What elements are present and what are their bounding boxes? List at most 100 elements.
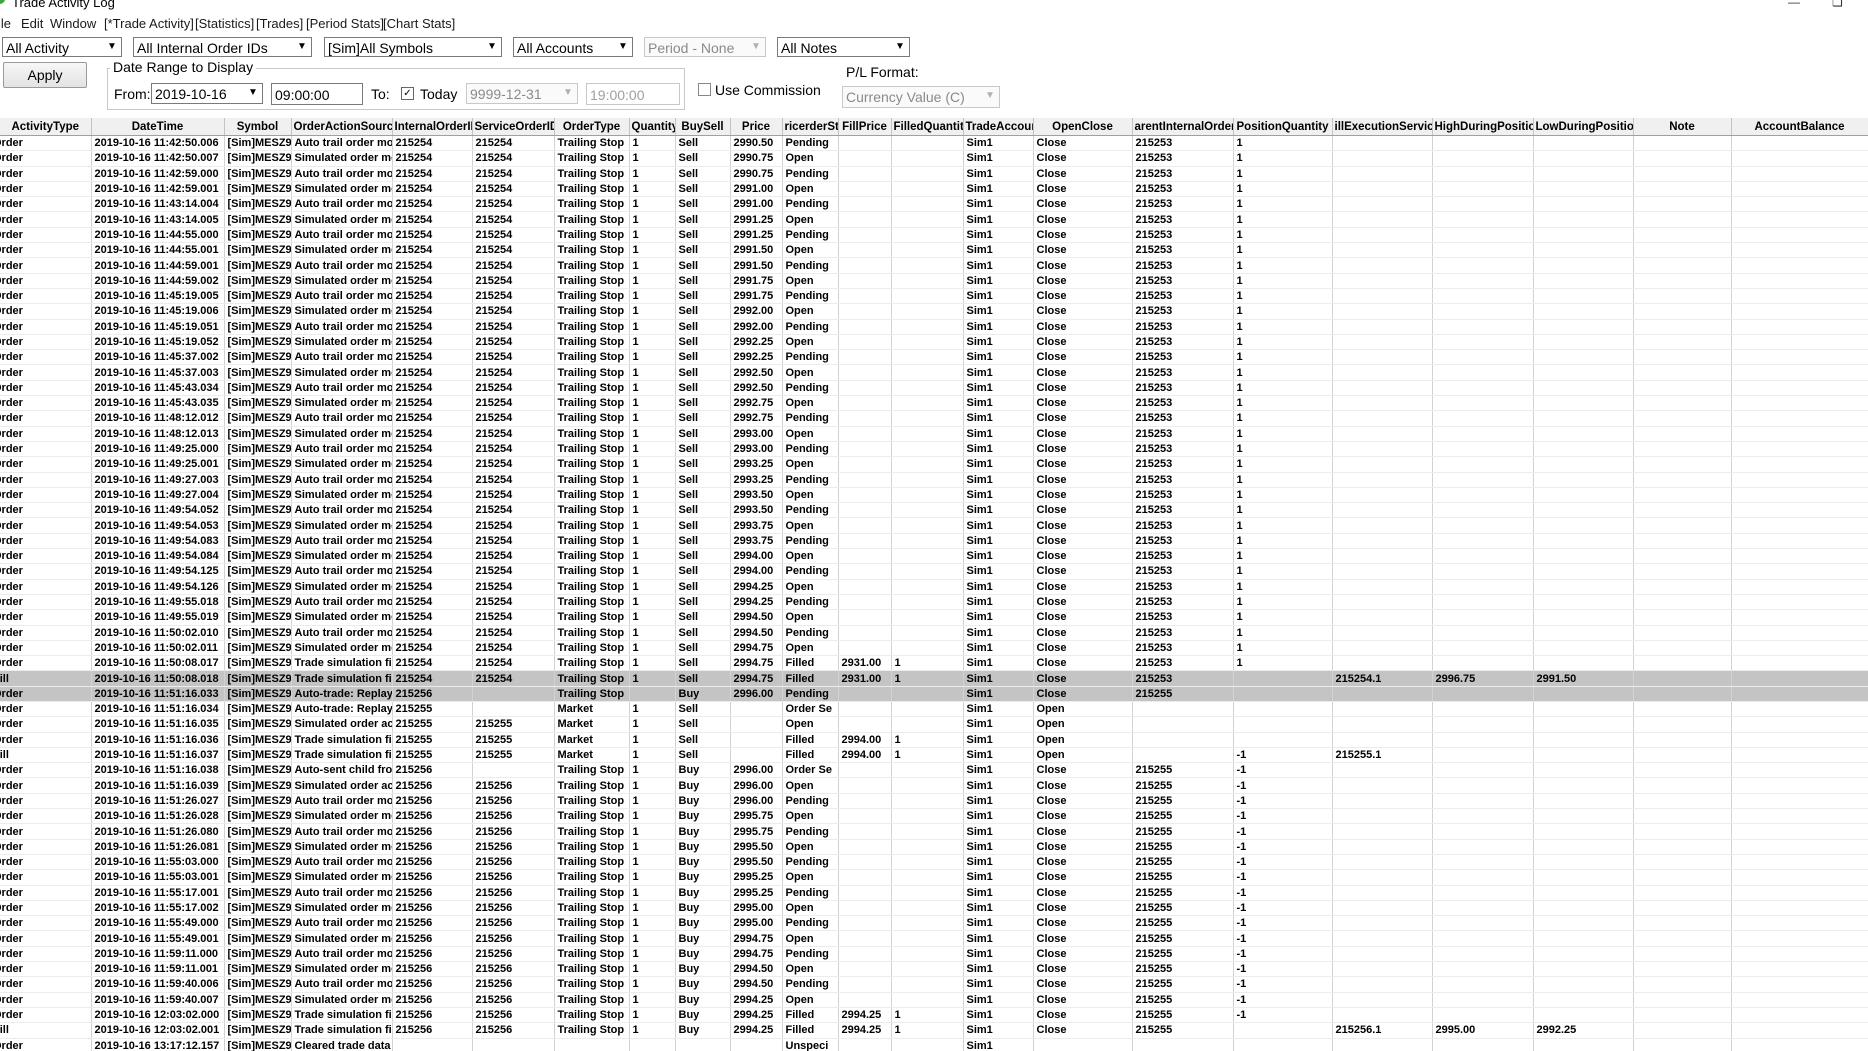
table-row[interactable]: Order2019-10-16 11:45:19.051[Sim]MESZ9Au… [0, 319, 1868, 335]
menu-trade-activity[interactable]: [*Trade Activity] [104, 16, 194, 31]
table-row[interactable]: Order2019-10-16 11:45:19.005[Sim]MESZ9Au… [0, 288, 1868, 305]
table-row[interactable]: Order2019-10-16 11:44:59.002[Sim]MESZ9Si… [0, 273, 1868, 289]
symbol-filter-select[interactable]: [Sim]All Symbols ▼ [324, 37, 502, 57]
column-header[interactable]: PositionQuantity [1233, 118, 1333, 136]
table-row[interactable]: Order2019-10-16 11:51:26.081[Sim]MESZ9Si… [0, 839, 1868, 855]
column-header[interactable]: OrderType [554, 118, 630, 136]
table-row[interactable]: Order2019-10-16 11:49:55.019[Sim]MESZ9Si… [0, 609, 1868, 626]
table-row[interactable]: Order2019-10-16 11:43:14.004[Sim]MESZ9Au… [0, 196, 1868, 213]
table-row[interactable]: Order2019-10-16 11:45:37.003[Sim]MESZ9Si… [0, 364, 1868, 381]
table-row[interactable]: Order2019-10-16 11:45:19.006[Sim]MESZ9Si… [0, 303, 1868, 320]
table-row[interactable]: Order2019-10-16 11:48:12.012[Sim]MESZ9Au… [0, 410, 1868, 427]
column-header[interactable]: BuySell [675, 118, 731, 136]
table-row[interactable]: Order2019-10-16 11:42:50.007[Sim]MESZ9Si… [0, 150, 1868, 167]
use-commission-checkbox[interactable] [698, 83, 711, 96]
table-row[interactable]: Order2019-10-16 11:59:40.007[Sim]MESZ9Si… [0, 992, 1868, 1008]
table-row[interactable]: Order2019-10-16 11:42:59.001[Sim]MESZ9Si… [0, 181, 1868, 198]
table-row[interactable]: Order2019-10-16 11:45:19.052[Sim]MESZ9Si… [0, 334, 1868, 351]
column-header[interactable]: illExecutionService [1332, 118, 1433, 136]
table-row[interactable]: Order2019-10-16 11:42:50.006[Sim]MESZ9Au… [0, 135, 1868, 152]
table-row[interactable]: Order2019-10-16 11:59:11.000[Sim]MESZ9Au… [0, 946, 1868, 963]
table-row[interactable]: Order2019-10-16 11:49:27.003[Sim]MESZ9Au… [0, 472, 1868, 488]
period-filter-select[interactable]: Period - None ▼ [644, 37, 766, 57]
column-header[interactable]: OrderActionSource [291, 118, 393, 136]
table-row[interactable]: Order2019-10-16 11:49:54.053[Sim]MESZ9Si… [0, 517, 1868, 534]
activity-filter-select[interactable]: All Activity ▼ [2, 37, 122, 57]
minimize-icon[interactable]: — [1788, 0, 1800, 9]
from-date-picker[interactable]: 2019-10-16 ▼ [151, 83, 263, 104]
table-row[interactable]: Order2019-10-16 11:49:25.000[Sim]MESZ9Au… [0, 441, 1868, 458]
table-row[interactable]: Order2019-10-16 11:55:03.000[Sim]MESZ9Au… [0, 854, 1868, 871]
column-header[interactable]: Note [1633, 118, 1732, 136]
column-header[interactable]: FillPrice [838, 118, 892, 136]
table-row[interactable]: Order2019-10-16 11:51:16.034[Sim]MESZ9Au… [0, 701, 1868, 718]
table-row[interactable]: Order2019-10-16 11:51:26.027[Sim]MESZ9Au… [0, 793, 1868, 810]
column-header[interactable]: InternalOrderID [392, 118, 473, 136]
to-time-input[interactable]: 19:00:00 [586, 83, 680, 105]
table-row[interactable]: Order2019-10-16 11:55:49.001[Sim]MESZ9Si… [0, 930, 1868, 947]
table-row[interactable]: Order2019-10-16 11:45:43.035[Sim]MESZ9Si… [0, 395, 1868, 412]
table-row[interactable]: Order2019-10-16 11:55:49.000[Sim]MESZ9Au… [0, 915, 1868, 932]
notes-filter-select[interactable]: All Notes ▼ [777, 37, 910, 57]
column-header[interactable]: ricerderStatu [782, 118, 839, 136]
table-row[interactable]: Order2019-10-16 11:49:54.084[Sim]MESZ9Si… [0, 548, 1868, 565]
table-row[interactable]: Order2019-10-16 11:45:37.002[Sim]MESZ9Au… [0, 349, 1868, 366]
table-row[interactable]: Order2019-10-16 11:44:59.001[Sim]MESZ9Au… [0, 257, 1868, 274]
table-row[interactable]: Order2019-10-16 11:50:02.010[Sim]MESZ9Au… [0, 625, 1868, 641]
table-row[interactable]: Order2019-10-16 11:49:54.126[Sim]MESZ9Si… [0, 579, 1868, 595]
menu-statistics[interactable]: [Statistics] [195, 16, 254, 31]
table-row[interactable]: Fill2019-10-16 11:50:08.018[Sim]MESZ9Tra… [0, 670, 1868, 687]
column-header[interactable]: Quantity [629, 118, 676, 136]
table-row[interactable]: Order2019-10-16 11:51:26.080[Sim]MESZ9Au… [0, 823, 1868, 840]
table-row[interactable]: Order2019-10-16 11:51:16.036[Sim]MESZ9Tr… [0, 732, 1868, 748]
table-row[interactable]: Fill2019-10-16 12:03:02.001[Sim]MESZ9Tra… [0, 1022, 1868, 1039]
table-row[interactable]: Order2019-10-16 11:48:12.013[Sim]MESZ9Si… [0, 426, 1868, 442]
table-row[interactable]: Order2019-10-16 11:49:54.125[Sim]MESZ9Au… [0, 563, 1868, 580]
table-row[interactable]: Order2019-10-16 11:51:16.035[Sim]MESZ9Si… [0, 716, 1868, 733]
menu-chart-stats[interactable]: [Chart Stats] [383, 16, 455, 31]
table-row[interactable]: Order2019-10-16 11:51:16.033[Sim]MESZ9Au… [0, 686, 1868, 702]
table-row[interactable]: Order2019-10-16 11:49:54.052[Sim]MESZ9Au… [0, 502, 1868, 519]
table-row[interactable]: Order2019-10-16 11:49:27.004[Sim]MESZ9Si… [0, 487, 1868, 504]
menu-period-stats[interactable]: [Period Stats] [306, 16, 384, 31]
pl-format-select[interactable]: Currency Value (C) ▼ [842, 86, 1000, 108]
table-row[interactable]: Order2019-10-16 11:55:17.002[Sim]MESZ9Si… [0, 900, 1868, 917]
column-header[interactable]: Price [730, 118, 783, 136]
table-row[interactable]: Order2019-10-16 12:03:02.000[Sim]MESZ9Tr… [0, 1007, 1868, 1024]
table-row[interactable]: Order2019-10-16 11:49:54.083[Sim]MESZ9Au… [0, 533, 1868, 550]
table-row[interactable]: Order2019-10-16 11:49:25.001[Sim]MESZ9Si… [0, 456, 1868, 473]
table-row[interactable]: Order2019-10-16 11:44:55.000[Sim]MESZ9Au… [0, 227, 1868, 244]
column-header[interactable]: ServiceOrderID [472, 118, 555, 136]
today-checkbox[interactable]: ✓ [401, 87, 414, 100]
column-header[interactable]: DateTime [91, 118, 225, 136]
menu-trades[interactable]: [Trades] [256, 16, 303, 31]
account-filter-select[interactable]: All Accounts ▼ [513, 37, 633, 57]
menu-window[interactable]: Window [50, 16, 96, 31]
menu-file[interactable]: ile [0, 16, 11, 31]
table-row[interactable]: Order2019-10-16 11:51:26.028[Sim]MESZ9Si… [0, 808, 1868, 825]
table-row[interactable]: Order2019-10-16 13:17:12.157[Sim]MESZ9Cl… [0, 1038, 1868, 1051]
column-header[interactable]: HighDuringPosition [1432, 118, 1534, 136]
table-row[interactable]: Order2019-10-16 11:55:17.001[Sim]MESZ9Au… [0, 885, 1868, 901]
table-row[interactable]: Order2019-10-16 11:59:11.001[Sim]MESZ9Si… [0, 961, 1868, 978]
column-header[interactable]: OpenClose [1033, 118, 1133, 136]
column-header[interactable]: AccountBalance [1731, 118, 1868, 136]
table-row[interactable]: Order2019-10-16 11:42:59.000[Sim]MESZ9Au… [0, 166, 1868, 182]
table-row[interactable]: Order2019-10-16 11:55:03.001[Sim]MESZ9Si… [0, 869, 1868, 886]
table-row[interactable]: Fill2019-10-16 11:51:16.037[Sim]MESZ9Tra… [0, 747, 1868, 764]
table-row[interactable]: Order2019-10-16 11:45:43.034[Sim]MESZ9Au… [0, 380, 1868, 397]
column-header[interactable]: TradeAccount [963, 118, 1034, 136]
table-row[interactable]: Order2019-10-16 11:44:55.001[Sim]MESZ9Si… [0, 242, 1868, 259]
table-row[interactable]: Order2019-10-16 11:49:55.018[Sim]MESZ9Au… [0, 594, 1868, 611]
column-header[interactable]: Symbol [224, 118, 292, 136]
table-row[interactable]: Order2019-10-16 11:59:40.006[Sim]MESZ9Au… [0, 976, 1868, 993]
table-row[interactable]: Order2019-10-16 11:43:14.005[Sim]MESZ9Si… [0, 211, 1868, 228]
column-header[interactable]: ActivityType [0, 118, 92, 136]
column-header[interactable]: FilledQuantity [891, 118, 964, 136]
from-time-input[interactable]: 09:00:00 [271, 83, 363, 105]
column-header[interactable]: LowDuringPosition [1533, 118, 1634, 136]
maximize-icon[interactable]: ❏ [1832, 0, 1843, 9]
order-id-filter-select[interactable]: All Internal Order IDs ▼ [133, 37, 312, 57]
table-row[interactable]: Order2019-10-16 11:51:16.039[Sim]MESZ9Si… [0, 777, 1868, 794]
to-date-picker[interactable]: 9999-12-31 ▼ [466, 83, 578, 104]
